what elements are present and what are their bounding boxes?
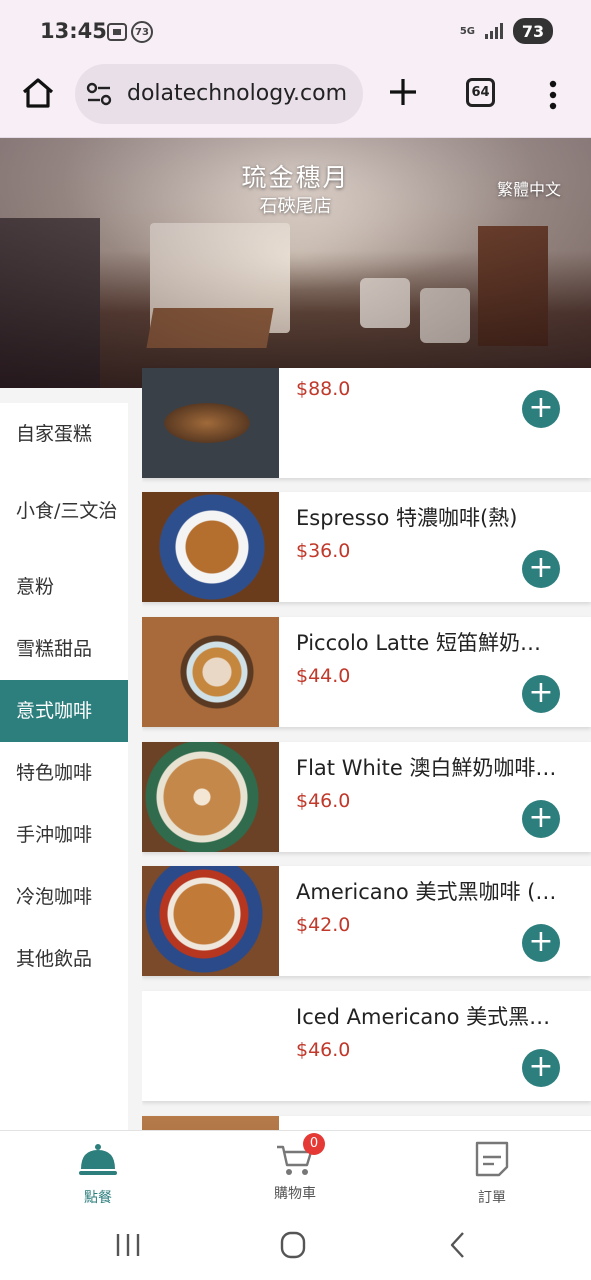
nav-order-tab[interactable]: 點餐 [38,1139,158,1207]
plus-icon: + [528,675,554,710]
menu-item[interactable]: Espresso 特濃咖啡(熱) $36.0 + [142,492,591,602]
plus-icon: + [528,924,554,959]
item-price: $46.0 [296,790,351,812]
nav-orders-tab[interactable]: 訂單 [432,1139,552,1207]
item-photo-empty [142,991,279,1101]
cake-photo [142,368,279,478]
add-to-cart-button[interactable]: + [522,800,560,838]
receipt-icon [475,1141,509,1177]
recent-apps-icon[interactable] [112,1230,144,1260]
item-name: Americano 美式黑咖啡 (… [296,880,557,904]
plus-icon: + [528,390,554,425]
menu-item[interactable]: Piccolo Latte 短笛鮮奶… $44.0 + [142,617,591,727]
nav-orders-label: 訂單 [478,1190,506,1206]
home-button-icon[interactable] [277,1230,309,1260]
menu-item[interactable]: Iced Americano 美式黑… $46.0 + [142,991,591,1101]
nav-order-label: 點餐 [84,1190,112,1206]
plus-icon: + [528,1049,554,1084]
item-photo [142,1116,279,1130]
item-name: Flat White 澳白鮮奶咖啡… [296,756,557,780]
add-to-cart-button[interactable]: + [522,924,560,962]
site-settings-icon[interactable] [86,82,112,106]
back-icon[interactable] [443,1230,475,1260]
category-item-active[interactable]: 意式咖啡 [0,680,128,742]
espresso-photo [142,492,279,602]
status-time: 13:45 [40,19,107,43]
menu-item[interactable]: $88.0 + [142,368,591,478]
bottom-navigation: 點餐 0 購物車 訂單 [0,1130,591,1210]
category-item[interactable]: 雪糕甜品 [0,618,128,680]
home-icon[interactable] [20,75,56,111]
plus-icon: + [528,550,554,585]
item-price: $36.0 [296,540,351,562]
nav-cart-label: 購物車 [274,1186,316,1202]
add-to-cart-button[interactable]: + [522,675,560,713]
cloche-icon [79,1144,117,1175]
category-item[interactable]: 小食/三文治 [0,465,128,556]
item-name: Iced Americano 美式黑… [296,1005,551,1029]
cart-icon-wrap: 0 [275,1133,325,1179]
category-item[interactable]: 自家蛋糕 [0,403,128,465]
americano-photo [142,866,279,976]
menu-item-list: $88.0 + Espresso 特濃咖啡(熱) $36.0 + Piccolo… [142,0,591,1130]
add-to-cart-button[interactable]: + [522,1049,560,1087]
flat-white-photo [142,742,279,852]
piccolo-photo [142,617,279,727]
plus-icon: + [528,800,554,835]
cart-count-badge: 0 [303,1133,325,1155]
menu-item[interactable] [142,1116,591,1130]
item-name: Piccolo Latte 短笛鮮奶… [296,631,541,655]
item-price: $46.0 [296,1039,351,1061]
menu-item[interactable]: Flat White 澳白鮮奶咖啡… $46.0 + [142,742,591,852]
item-price: $88.0 [296,378,351,400]
category-sidebar: 自家蛋糕 小食/三文治 意粉 雪糕甜品 意式咖啡 特色咖啡 手沖咖啡 冷泡咖啡 … [0,403,128,1130]
category-item[interactable]: 冷泡咖啡 [0,866,128,928]
add-to-cart-button[interactable]: + [522,550,560,588]
item-name: Espresso 特濃咖啡(熱) [296,506,518,530]
category-item[interactable]: 其他飲品 [0,928,128,990]
system-navigation [0,1210,591,1280]
item-price: $42.0 [296,914,351,936]
menu-item[interactable]: Americano 美式黑咖啡 (… $42.0 + [142,866,591,976]
screenshot-icon [107,23,127,41]
add-to-cart-button[interactable]: + [522,390,560,428]
nav-cart-tab[interactable]: 0 購物車 [235,1133,355,1203]
category-item[interactable]: 特色咖啡 [0,742,128,804]
category-item[interactable]: 手沖咖啡 [0,804,128,866]
category-item[interactable]: 意粉 [0,556,128,618]
item-price: $44.0 [296,665,351,687]
